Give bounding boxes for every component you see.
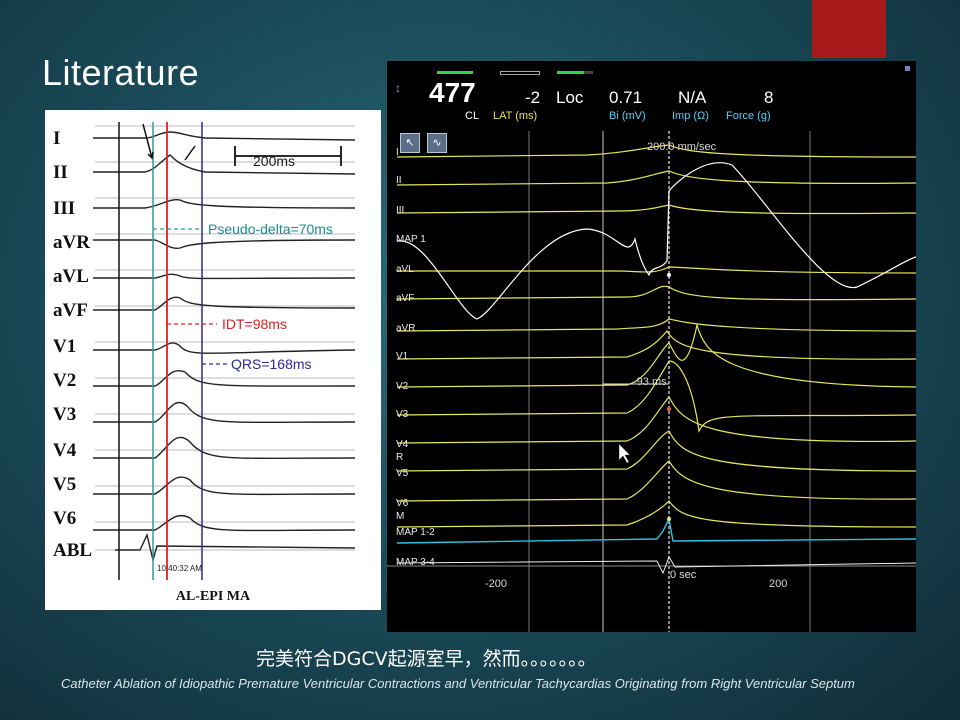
channel-label-v1: V1 bbox=[396, 351, 409, 362]
lead-label-v6: V6 bbox=[53, 508, 77, 529]
lead-label-v3: V3 bbox=[53, 404, 77, 425]
lead-label-ii: II bbox=[53, 162, 68, 183]
ecg-figure: I II III aVR aVL aVF V1 V2 V3 V4 V5 V6 A… bbox=[45, 110, 381, 610]
channel-label-v5: V5 bbox=[396, 468, 409, 479]
axis-label-zero: 0 sec bbox=[670, 569, 697, 581]
axis-label-right: 200 bbox=[769, 578, 788, 590]
channel-label-map34: MAP 3-4 bbox=[396, 557, 435, 568]
lead-label-abl: ABL bbox=[53, 540, 93, 561]
reference-citation: Catheter Ablation of Idiopathic Prematur… bbox=[61, 676, 855, 691]
measure-label: -93 ms bbox=[633, 376, 667, 388]
lead-label-v4: V4 bbox=[53, 440, 77, 461]
lead-label-avr: aVR bbox=[53, 232, 90, 253]
scale-label: 200ms bbox=[253, 153, 296, 169]
channel-label-iii: III bbox=[396, 205, 405, 216]
channel-label-avf: aVF bbox=[396, 293, 415, 304]
lead-label-i: I bbox=[53, 128, 61, 149]
timestamp-label: 10:40:32 AM bbox=[157, 564, 202, 573]
lead-label-v2: V2 bbox=[53, 370, 77, 391]
idt-annotation: IDT=98ms bbox=[222, 316, 287, 332]
ecg-trace-canvas bbox=[93, 122, 356, 580]
lead-label-avl: aVL bbox=[53, 266, 89, 287]
accent-block bbox=[812, 0, 886, 58]
lead-label-avf: aVF bbox=[53, 300, 88, 321]
channel-label-map1: MAP 1 bbox=[396, 234, 426, 245]
channel-label-map12: MAP 1-2 bbox=[396, 527, 435, 538]
lead-label-iii: III bbox=[53, 198, 76, 219]
channel-label-v3: V3 bbox=[396, 409, 409, 420]
channel-label-i: I bbox=[396, 147, 399, 158]
channel-label-m: M bbox=[396, 511, 405, 522]
channel-label-r: R bbox=[396, 452, 404, 463]
channel-label-avr: aVR bbox=[396, 323, 416, 334]
channel-label-v2: V2 bbox=[396, 381, 409, 392]
lead-label-v5: V5 bbox=[53, 474, 77, 495]
channel-label-ii: II bbox=[396, 175, 402, 186]
axis-label-left: -200 bbox=[485, 578, 508, 590]
qrs-annotation: QRS=168ms bbox=[231, 356, 312, 372]
channel-label-avl: aVL bbox=[396, 264, 414, 275]
lead-label-v1: V1 bbox=[53, 336, 77, 357]
channel-label-v6: V6 bbox=[396, 498, 409, 509]
slide-title: Literature bbox=[42, 52, 200, 93]
slide-note: 完美符合DGCV起源室早，然而。。。。。。。 bbox=[256, 648, 597, 670]
figure-caption: AL-EPI MA bbox=[175, 589, 251, 604]
sweep-speed-label: 200.0 mm/sec bbox=[647, 141, 717, 153]
pseudo-delta-annotation: Pseudo-delta=70ms bbox=[208, 221, 333, 237]
channel-label-v4: V4 bbox=[396, 439, 409, 450]
ep-system-panel: ↕ 477 -2 Loc 0.71 N/A 8 CL LAT (ms) Bi (… bbox=[387, 61, 916, 632]
